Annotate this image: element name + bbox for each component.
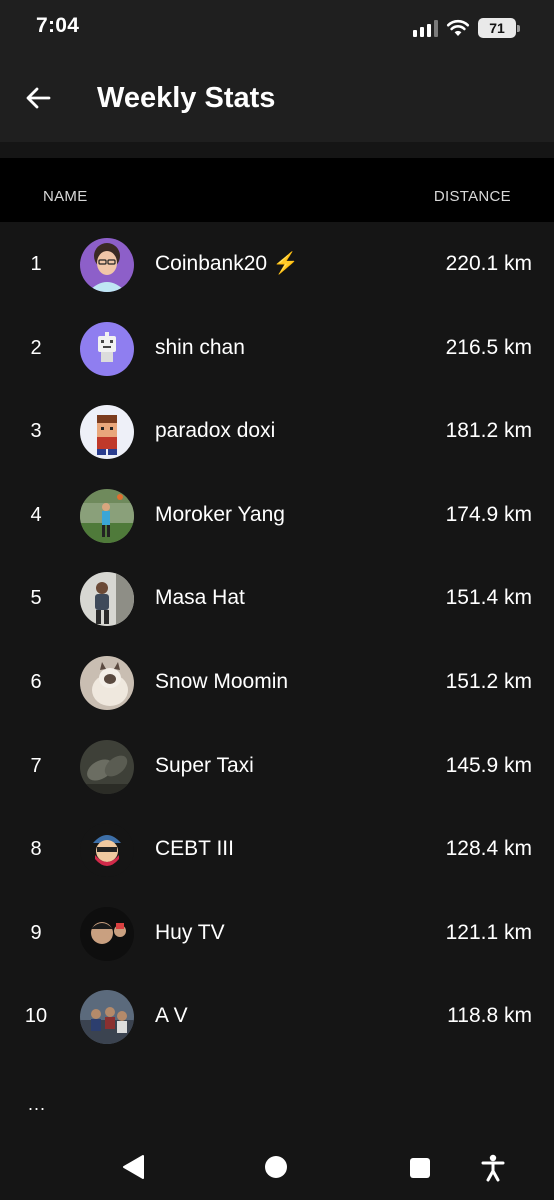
leaderboard-row[interactable]: 6 Snow Moomin 151.2 km — [0, 642, 554, 726]
leaderboard-row[interactable]: 4 Moroker Yang 174.9 km — [0, 475, 554, 559]
username: Coinbank20 ⚡ — [155, 252, 300, 275]
distance-value: 128.4 km — [445, 837, 532, 861]
avatar[interactable] — [80, 739, 134, 794]
username: Huy TV — [155, 920, 225, 944]
accessibility-icon — [481, 1154, 505, 1182]
leaderboard-row[interactable]: 2 shin chan 216.5 km — [0, 308, 554, 392]
rank-number: 8 — [30, 838, 42, 861]
recents-square-icon — [410, 1158, 430, 1178]
avatar[interactable] — [80, 572, 134, 627]
distance-value: 118.8 km — [447, 1004, 532, 1028]
distance-value: 151.4 km — [445, 586, 532, 610]
rank-number: 9 — [30, 921, 42, 944]
username: Moroker Yang — [155, 502, 285, 526]
status-icons: 71 — [413, 16, 520, 40]
column-header-name: NAME — [43, 188, 88, 205]
username: Masa Hat — [155, 586, 245, 610]
leaderboard-list: 1 Coinbank20 ⚡ 220.1 km 2 shin chan 216.… — [0, 224, 554, 1060]
nav-back-button[interactable] — [121, 1154, 145, 1185]
rank-number: 1 — [30, 253, 42, 275]
top-bar: 7:04 71 Weekly Stats — [0, 0, 554, 142]
home-circle-icon — [265, 1156, 287, 1178]
avatar[interactable] — [80, 655, 134, 710]
leaderboard-row[interactable]: 9 Huy TV 121.1 km — [0, 893, 554, 977]
avatar[interactable] — [80, 321, 134, 376]
rank-number: 3 — [30, 420, 42, 443]
table-header: NAME DISTANCE — [0, 158, 554, 222]
distance-value: 216.5 km — [445, 335, 532, 359]
nav-home-button[interactable] — [264, 1155, 288, 1184]
page-title: Weekly Stats — [97, 82, 276, 114]
username: shin chan — [155, 335, 245, 359]
rank-number: 6 — [30, 670, 42, 693]
more-indicator[interactable]: ... — [28, 1094, 46, 1115]
battery-icon: 71 — [478, 18, 520, 38]
distance-value: 220.1 km — [445, 252, 532, 275]
signal-icon — [413, 19, 438, 37]
username: Super Taxi — [155, 753, 254, 777]
username: paradox doxi — [155, 419, 276, 443]
nav-recents-button[interactable] — [409, 1157, 431, 1184]
wifi-icon — [446, 19, 470, 36]
avatar[interactable] — [80, 990, 134, 1045]
rank-number: 5 — [30, 587, 42, 610]
nav-accessibility-button[interactable] — [481, 1154, 505, 1187]
username: Snow Moomin — [155, 669, 289, 693]
distance-value: 174.9 km — [445, 502, 532, 526]
leaderboard-row[interactable]: 7 Super Taxi 145.9 km — [0, 726, 554, 810]
distance-value: 151.2 km — [445, 669, 532, 693]
status-time: 7:04 — [36, 14, 80, 37]
avatar[interactable] — [80, 823, 134, 878]
system-nav-bar — [0, 1140, 554, 1200]
avatar[interactable] — [80, 405, 134, 460]
distance-value: 145.9 km — [445, 753, 532, 777]
distance-value: 181.2 km — [445, 419, 532, 443]
avatar[interactable] — [80, 488, 134, 543]
leaderboard-row[interactable]: 5 Masa Hat 151.4 km — [0, 558, 554, 642]
avatar[interactable] — [80, 906, 134, 961]
leaderboard-row[interactable]: 10 A V 118.8 km — [0, 976, 554, 1060]
leaderboard-row[interactable]: 8 CEBT III 128.4 km — [0, 809, 554, 893]
rank-number: 7 — [30, 754, 42, 777]
column-header-distance: DISTANCE — [433, 188, 511, 205]
arrow-left-icon — [26, 87, 51, 109]
leaderboard-row[interactable]: 3 paradox doxi 181.2 km — [0, 391, 554, 475]
rank-number: 4 — [30, 503, 42, 526]
leaderboard-row[interactable]: 1 Coinbank20 ⚡ 220.1 km — [0, 224, 554, 308]
rank-number: 10 — [24, 1005, 48, 1028]
battery-level: 71 — [489, 20, 505, 36]
username: CEBT III — [155, 837, 234, 861]
back-triangle-icon — [123, 1155, 144, 1179]
distance-value: 121.1 km — [445, 920, 532, 944]
username: A V — [155, 1004, 188, 1028]
rank-number: 2 — [30, 336, 42, 359]
avatar[interactable] — [80, 238, 134, 292]
back-button[interactable] — [20, 80, 56, 116]
